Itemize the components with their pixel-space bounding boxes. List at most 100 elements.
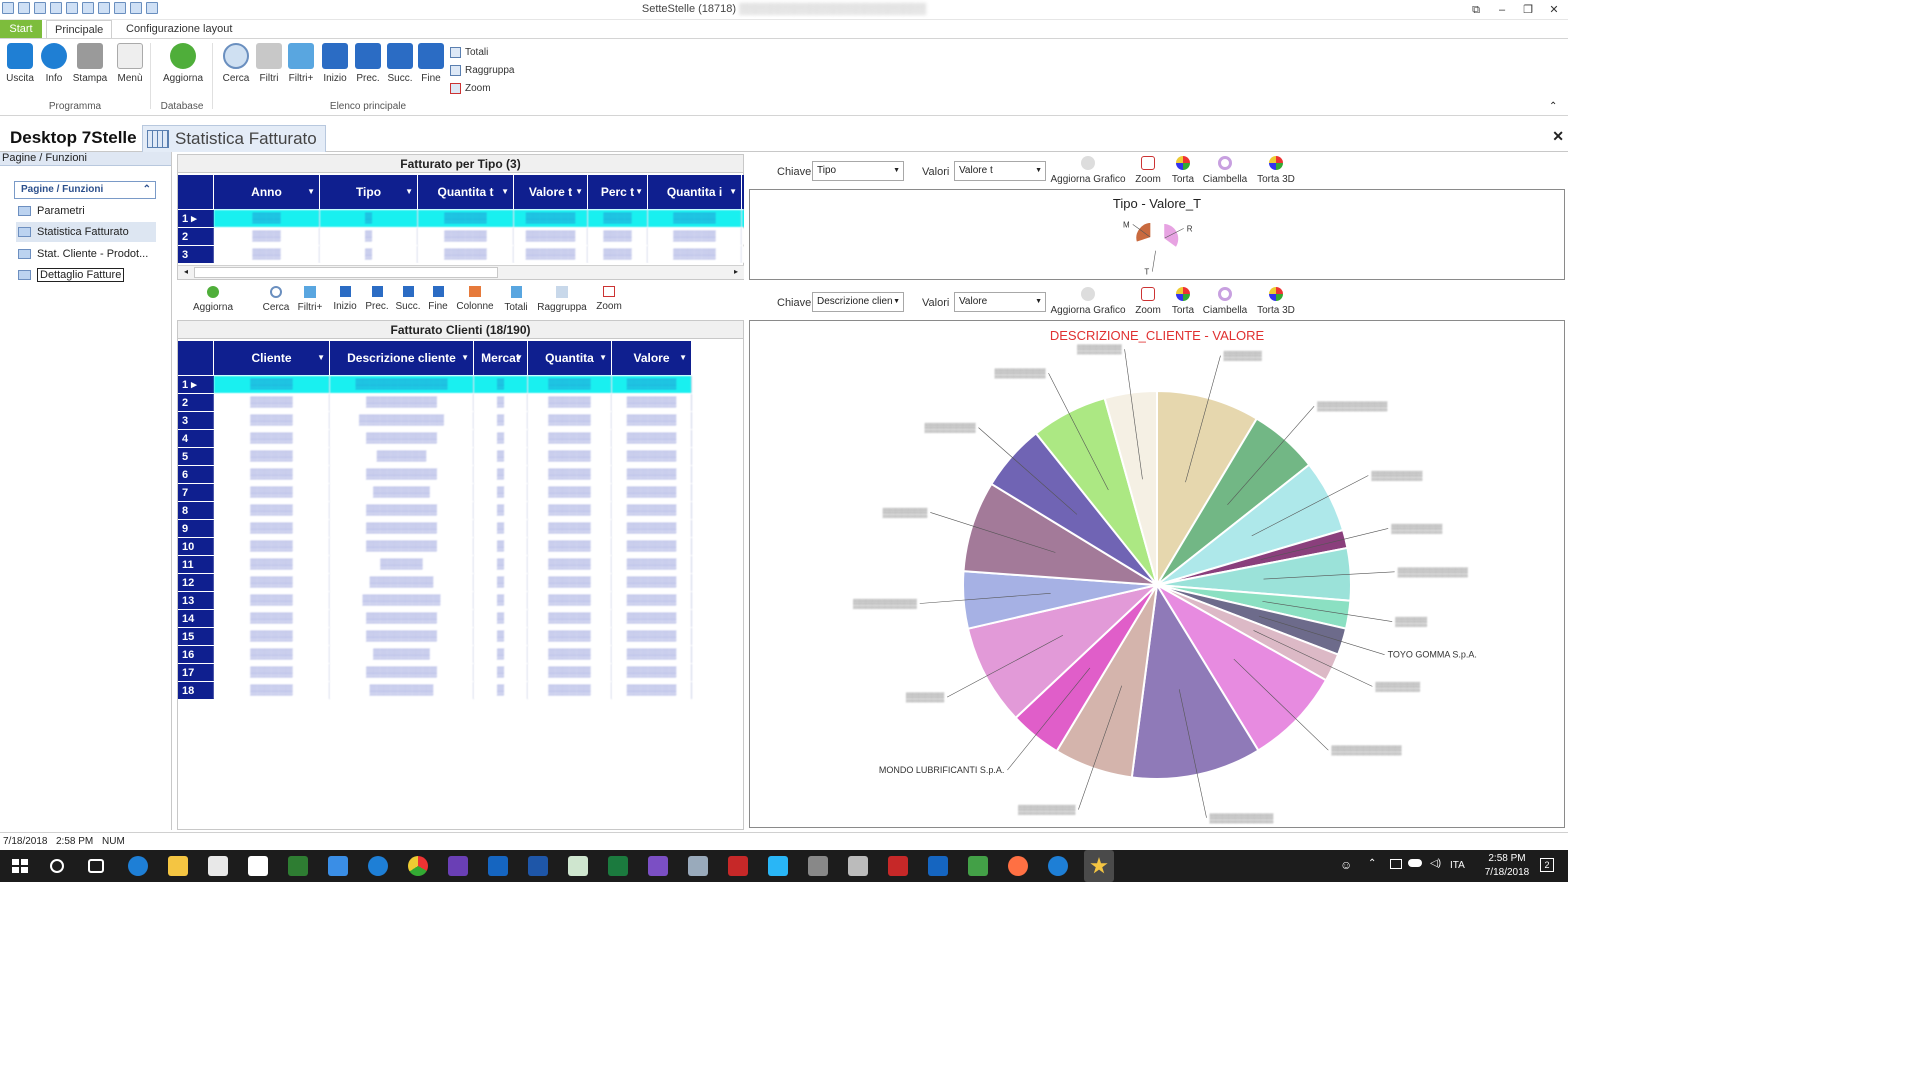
grid-cell[interactable]: ▒▒▒▒▒▒▒▒▒	[330, 574, 474, 591]
grid-cell[interactable]: ▒▒▒▒▒▒	[528, 592, 612, 609]
pie-slice[interactable]	[1162, 221, 1181, 250]
word-icon[interactable]	[528, 856, 548, 876]
column-header[interactable]: Mercat ▼	[474, 341, 528, 375]
app-icon[interactable]	[848, 856, 868, 876]
grid-cell[interactable]: ▒	[474, 430, 528, 447]
grid-cell[interactable]: ▒▒▒▒▒▒	[648, 246, 742, 263]
grid-cell[interactable]: ▒	[474, 520, 528, 537]
grid-cell[interactable]: ▒▒▒▒▒▒▒	[612, 520, 692, 537]
grid-cell[interactable]: ▒▒	[742, 210, 744, 227]
grid-cell[interactable]: ▒▒▒▒▒▒	[214, 664, 330, 681]
chevron-down-icon[interactable]: ▼	[575, 187, 583, 196]
windows-start-icon[interactable]	[10, 856, 30, 876]
grid-cell[interactable]: ▒	[474, 466, 528, 483]
column-header[interactable]: Valore ▼	[612, 341, 692, 375]
column-header[interactable]: Descrizione cliente ▼	[330, 341, 474, 375]
grid-cell[interactable]: ▒▒▒▒▒▒▒	[612, 538, 692, 555]
menu-button[interactable]: Menù	[112, 43, 148, 84]
grid-cell[interactable]: ▒▒▒▒▒▒▒▒▒▒	[330, 394, 474, 411]
grid-cell[interactable]: ▒▒	[742, 228, 744, 245]
people-icon[interactable]: ☺	[1340, 858, 1352, 872]
column-header[interactable]: Tipo ▼	[320, 175, 418, 209]
row-number[interactable]: 13	[178, 592, 214, 610]
grid-cell[interactable]: ▒▒▒▒▒▒▒	[612, 484, 692, 501]
chevron-down-icon[interactable]: ▼	[405, 187, 413, 196]
column-header[interactable]: Quantita ▼	[528, 341, 612, 375]
ie-icon[interactable]	[368, 856, 388, 876]
grid-cell[interactable]: ▒▒▒▒▒▒▒▒▒	[330, 682, 474, 699]
grid-cell[interactable]: ▒▒▒▒▒▒	[418, 228, 514, 245]
grid-cell[interactable]: ▒▒▒▒▒▒▒▒▒▒	[330, 466, 474, 483]
info-button[interactable]: Info	[36, 43, 72, 84]
row-number[interactable]: 16	[178, 646, 214, 664]
app-icon[interactable]	[248, 856, 268, 876]
row-number[interactable]: 8	[178, 502, 214, 520]
chevron-down-icon[interactable]: ▼	[729, 187, 737, 196]
column-header[interactable]: Quantita t ▼	[418, 175, 514, 209]
task-view-icon[interactable]	[88, 859, 104, 873]
valori-combo[interactable]: Valore t ▼	[954, 161, 1046, 181]
chevron-down-icon[interactable]: ▼	[307, 187, 315, 196]
ie-icon[interactable]	[1048, 856, 1068, 876]
grid-cell[interactable]: ▒▒▒▒▒▒▒	[612, 628, 692, 645]
grid-cell[interactable]: ▒▒▒▒▒▒▒▒▒▒	[330, 628, 474, 645]
fine-button[interactable]: Fine	[413, 43, 449, 84]
valori-combo[interactable]: Valore ▼	[954, 292, 1046, 312]
scroll-left-icon[interactable]: ◂	[180, 267, 192, 278]
row-number[interactable]: 15	[178, 628, 214, 646]
grid-cell[interactable]: ▒▒▒▒▒▒	[214, 484, 330, 501]
column-header[interactable]: Quantita i ▼	[648, 175, 742, 209]
grid-cell[interactable]: ▒	[474, 574, 528, 591]
chevron-down-icon[interactable]: ▼	[515, 353, 523, 362]
grid-cell[interactable]: ▒▒▒▒▒▒▒▒	[330, 484, 474, 501]
aggiorna-grafico-button[interactable]: Aggiorna Grafico	[1049, 287, 1127, 316]
inizio-button[interactable]: Inizio	[317, 43, 353, 84]
stampa-button[interactable]: Stampa	[72, 43, 108, 84]
app-icon[interactable]	[728, 856, 748, 876]
grid-cell[interactable]: ▒▒▒▒▒▒	[528, 412, 612, 429]
grid-cell[interactable]: ▒▒▒▒▒▒	[648, 228, 742, 245]
toolbar2-succ-button[interactable]: Succ.	[395, 286, 421, 312]
grid-cell[interactable]: ▒▒▒▒▒▒▒	[612, 646, 692, 663]
grid-cell[interactable]: ▒▒▒▒	[588, 210, 648, 227]
prec-button[interactable]: Prec.	[350, 43, 386, 84]
grid-cell[interactable]: ▒▒▒▒▒▒	[648, 210, 742, 227]
grid-cell[interactable]: ▒▒▒▒▒▒	[214, 538, 330, 555]
chrome-icon[interactable]	[408, 856, 428, 876]
grid-cell[interactable]: ▒▒▒▒▒▒▒	[612, 574, 692, 591]
search-icon[interactable]	[50, 859, 64, 873]
row-number[interactable]: 3	[178, 246, 214, 263]
restore-icon[interactable]: ⧉	[1467, 2, 1485, 18]
grid-cell[interactable]: ▒	[474, 682, 528, 699]
chart-zoom-button[interactable]: Zoom	[1133, 287, 1163, 316]
filtri-button[interactable]: Filtri	[251, 43, 287, 84]
grid-cell[interactable]: ▒▒	[742, 246, 744, 263]
row-number[interactable]: 1 ▸	[178, 210, 214, 228]
onedrive-icon[interactable]	[1408, 859, 1422, 867]
column-header[interactable]: Perc t ▼	[588, 175, 648, 209]
maximize-button[interactable]: ❐	[1519, 2, 1537, 18]
grid-cell[interactable]: ▒▒▒▒▒▒	[528, 628, 612, 645]
toolbar2-totali-button[interactable]: Totali	[501, 286, 531, 313]
grid-cell[interactable]: ▒▒▒▒▒▒	[214, 502, 330, 519]
grid-cell[interactable]: ▒▒▒▒▒▒▒	[330, 448, 474, 465]
grid-cell[interactable]: ▒▒▒▒	[214, 246, 320, 263]
cerca-button[interactable]: Cerca	[218, 43, 254, 84]
row-number[interactable]: 9	[178, 520, 214, 538]
app-icon[interactable]	[328, 856, 348, 876]
tab-start[interactable]: Start	[0, 20, 42, 38]
grid-cell[interactable]: ▒▒▒▒▒▒	[214, 520, 330, 537]
column-header[interactable]: Cliente ▼	[214, 341, 330, 375]
chevron-down-icon[interactable]: ▼	[635, 187, 643, 196]
grid-cell[interactable]: ▒▒▒▒	[214, 210, 320, 227]
grid-cell[interactable]: ▒	[474, 646, 528, 663]
chevron-down-icon[interactable]: ▼	[599, 353, 607, 362]
grid-cell[interactable]: ▒▒▒▒▒▒	[214, 430, 330, 447]
grid-cell[interactable]: ▒▒▒▒▒▒	[528, 538, 612, 555]
close-button[interactable]: ✕	[1545, 2, 1563, 18]
grid-cell[interactable]: ▒▒▒▒▒▒	[528, 646, 612, 663]
torta-button[interactable]: Torta	[1169, 287, 1197, 316]
grid-cell[interactable]: ▒	[474, 502, 528, 519]
store-icon[interactable]	[208, 856, 228, 876]
grid-cell[interactable]: ▒▒▒▒▒▒▒▒▒▒	[330, 502, 474, 519]
